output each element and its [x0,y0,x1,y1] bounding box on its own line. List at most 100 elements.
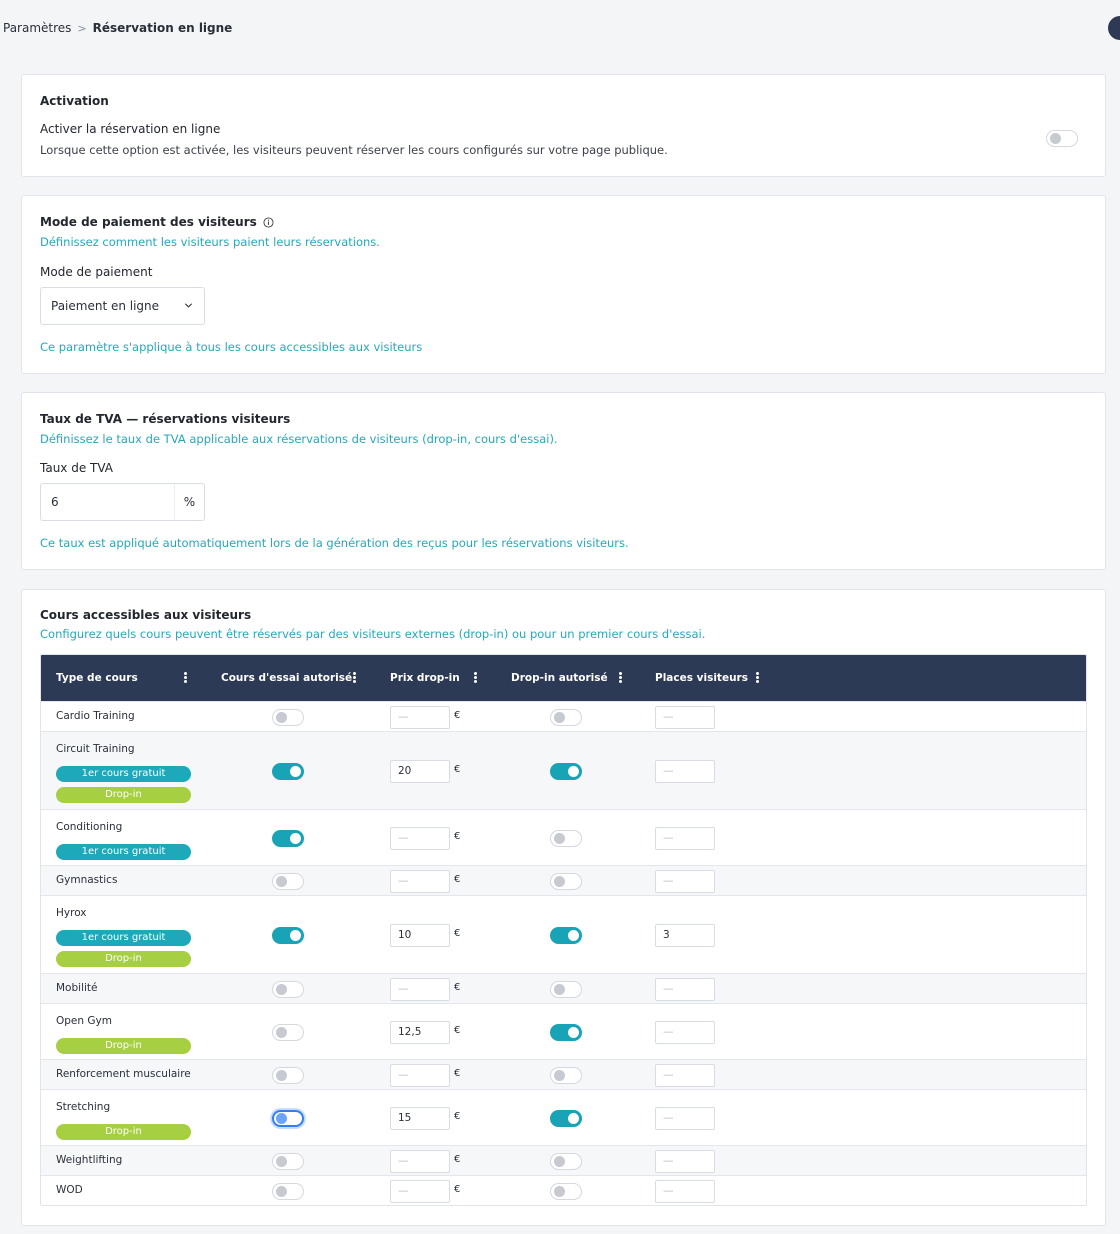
trial-toggle[interactable] [272,1110,304,1127]
dropin-price-input[interactable]: 15 [390,1107,450,1130]
vat-title: Taux de TVA — réservations visiteurs [40,412,291,426]
dropin-price-input[interactable]: — [390,978,450,1001]
trial-toggle[interactable] [272,1153,304,1170]
col-places[interactable]: Places visiteurs [655,672,748,684]
dropin-toggle[interactable] [550,927,582,944]
col-trial-menu-icon[interactable] [353,672,356,683]
currency-symbol: € [454,1184,461,1195]
visitor-places-input[interactable]: — [655,1064,715,1087]
visitor-places-input[interactable]: — [655,1021,715,1044]
dropin-toggle[interactable] [550,1024,582,1041]
visitor-places-input[interactable]: — [655,870,715,893]
col-price-menu-icon[interactable] [474,672,477,683]
col-type[interactable]: Type de cours [56,672,138,684]
courses-table: Type de cours Cours d'essai autorisé Pri… [40,654,1087,1206]
trial-toggle[interactable] [272,763,304,780]
currency-symbol: € [454,1154,461,1165]
currency-symbol: € [454,710,461,721]
course-name: Cardio Training [56,710,135,722]
col-dropin-menu-icon[interactable] [619,672,622,683]
trial-toggle[interactable] [272,1183,304,1200]
vat-field-label: Taux de TVA [40,461,114,475]
visitor-places-input[interactable]: — [655,827,715,850]
payment-field-label: Mode de paiement [40,265,153,279]
course-name: Weightlifting [56,1154,123,1166]
dropin-toggle[interactable] [550,1183,582,1200]
currency-symbol: € [454,874,461,885]
dropin-price-input[interactable]: 12,5 [390,1021,450,1044]
col-trial[interactable]: Cours d'essai autorisé [221,672,352,684]
vat-value: 6 [51,495,59,509]
trial-toggle[interactable] [272,709,304,726]
dropin-toggle[interactable] [550,830,582,847]
courses-card: Cours accessibles aux visiteurs Configur… [21,589,1106,1226]
activation-description: Lorsque cette option est activée, les vi… [40,143,668,157]
breadcrumb-current: Réservation en ligne [92,21,233,35]
dropin-toggle[interactable] [550,709,582,726]
payment-mode-value: Paiement en ligne [51,299,160,313]
payment-card: Mode de paiement des visiteurs Définisse… [21,195,1106,374]
breadcrumb-separator: > [77,21,87,35]
vat-subtitle: Définissez le taux de TVA applicable aux… [40,432,558,446]
payment-title-wrap: Mode de paiement des visiteurs [40,215,274,229]
table-row: WOD — € — [41,1175,1086,1205]
col-dropin[interactable]: Drop-in autorisé [511,672,608,684]
badge-dropin: Drop-in [56,787,191,803]
dropin-price-input[interactable]: — [390,1150,450,1173]
trial-toggle[interactable] [272,981,304,998]
info-icon[interactable] [263,216,274,228]
dropin-price-input[interactable]: — [390,827,450,850]
col-type-menu-icon[interactable] [184,672,187,683]
visitor-places-input[interactable]: — [655,760,715,783]
courses-title: Cours accessibles aux visiteurs [40,608,252,622]
courses-subtitle: Configurez quels cours peuvent être rése… [40,627,706,641]
badge-first-free: 1er cours gratuit [56,930,191,946]
col-price[interactable]: Prix drop-in [390,672,460,684]
dropin-toggle[interactable] [550,1153,582,1170]
trial-toggle[interactable] [272,1024,304,1041]
top-bar: Paramètres > Réservation en ligne [0,0,1120,58]
chevron-down-icon [184,303,193,308]
trial-toggle[interactable] [272,1067,304,1084]
dropin-price-input[interactable]: — [390,1064,450,1087]
visitor-places-input[interactable]: — [655,1107,715,1130]
dropin-price-input[interactable]: — [390,706,450,729]
trial-toggle[interactable] [272,830,304,847]
badge-dropin: Drop-in [56,1038,191,1054]
dropin-toggle[interactable] [550,873,582,890]
visitor-places-input[interactable]: — [655,706,715,729]
vat-input[interactable]: 6 % [40,483,205,521]
table-row: Circuit Training 1er cours gratuit Drop-in… [41,731,1086,809]
dropin-price-input[interactable]: — [390,870,450,893]
col-places-menu-icon[interactable] [756,672,759,683]
dropin-toggle[interactable] [550,763,582,780]
activation-toggle[interactable] [1046,130,1078,147]
visitor-places-input[interactable]: 3 [655,924,715,947]
payment-mode-select[interactable]: Paiement en ligne [40,287,205,325]
dropin-toggle[interactable] [550,1110,582,1127]
vat-card: Taux de TVA — réservations visiteurs Déf… [21,392,1106,570]
breadcrumb: Paramètres > Réservation en ligne [3,21,232,35]
visitor-places-input[interactable]: — [655,1180,715,1203]
course-name: Circuit Training [56,743,135,755]
course-name: Hyrox [56,907,87,919]
trial-toggle[interactable] [272,927,304,944]
currency-symbol: € [454,831,461,842]
dropin-price-input[interactable]: 20 [390,760,450,783]
visitor-places-input[interactable]: — [655,978,715,1001]
badge-dropin: Drop-in [56,1124,191,1140]
breadcrumb-parent[interactable]: Paramètres [3,21,71,35]
vat-unit: % [174,484,204,520]
dropin-price-input[interactable]: 10 [390,924,450,947]
avatar[interactable] [1108,16,1120,40]
trial-toggle[interactable] [272,873,304,890]
dropin-toggle[interactable] [550,981,582,998]
activation-label: Activer la réservation en ligne [40,122,221,136]
visitor-places-input[interactable]: — [655,1150,715,1173]
dropin-price-input[interactable]: — [390,1180,450,1203]
badge-first-free: 1er cours gratuit [56,844,191,860]
table-row: Cardio Training — € — [41,701,1086,731]
currency-symbol: € [454,764,461,775]
dropin-toggle[interactable] [550,1067,582,1084]
currency-symbol: € [454,928,461,939]
